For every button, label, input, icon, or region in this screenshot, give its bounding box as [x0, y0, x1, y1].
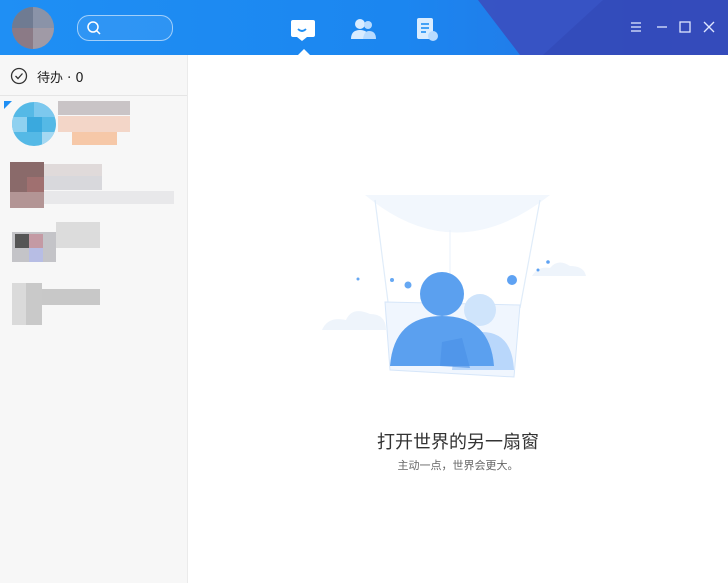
search-box[interactable]: [77, 15, 173, 41]
conversation-item[interactable]: [0, 99, 187, 157]
conversation-avatar: [12, 283, 42, 325]
tab-messages[interactable]: [288, 15, 316, 55]
empty-state-title: 打开世界的另一扇窗: [377, 432, 539, 453]
conversation-sidebar: 待办 · 0: [0, 55, 188, 583]
conversation-avatar: [12, 102, 56, 146]
unread-marker: [4, 101, 12, 109]
title-bar: [0, 0, 728, 55]
close-icon[interactable]: [702, 20, 716, 34]
minimize-icon[interactable]: [655, 20, 669, 34]
user-avatar[interactable]: [12, 7, 54, 49]
conversation-item[interactable]: [0, 218, 187, 276]
conversation-name: [42, 289, 100, 305]
conversation-item[interactable]: [0, 160, 187, 218]
balloon-illustration: [322, 195, 586, 378]
tab-documents[interactable]: [412, 15, 440, 43]
conversation-avatar: [12, 232, 56, 262]
conversation-preview: [44, 191, 174, 204]
contacts-icon: [351, 19, 376, 39]
conversation-name: [58, 101, 130, 115]
conversation-name: [44, 176, 102, 190]
conversation-preview: [58, 116, 130, 132]
check-circle-icon: [10, 67, 28, 85]
conversation-item[interactable]: [0, 277, 187, 335]
maximize-icon[interactable]: [678, 20, 692, 34]
conversation-name: [44, 164, 102, 176]
tab-contacts[interactable]: [349, 15, 377, 43]
menu-icon[interactable]: [629, 20, 643, 34]
chat-icon: [291, 20, 315, 41]
conversation-preview: [72, 132, 117, 145]
conversation-name: [56, 222, 100, 248]
conversation-avatar: [10, 162, 44, 208]
search-icon: [87, 21, 101, 35]
todo-label: 待办 · 0: [37, 71, 84, 86]
todo-bar[interactable]: 待办 · 0: [0, 55, 187, 96]
empty-state-subtitle: 主动一点，世界会更大。: [397, 459, 519, 472]
document-icon: [417, 18, 438, 41]
